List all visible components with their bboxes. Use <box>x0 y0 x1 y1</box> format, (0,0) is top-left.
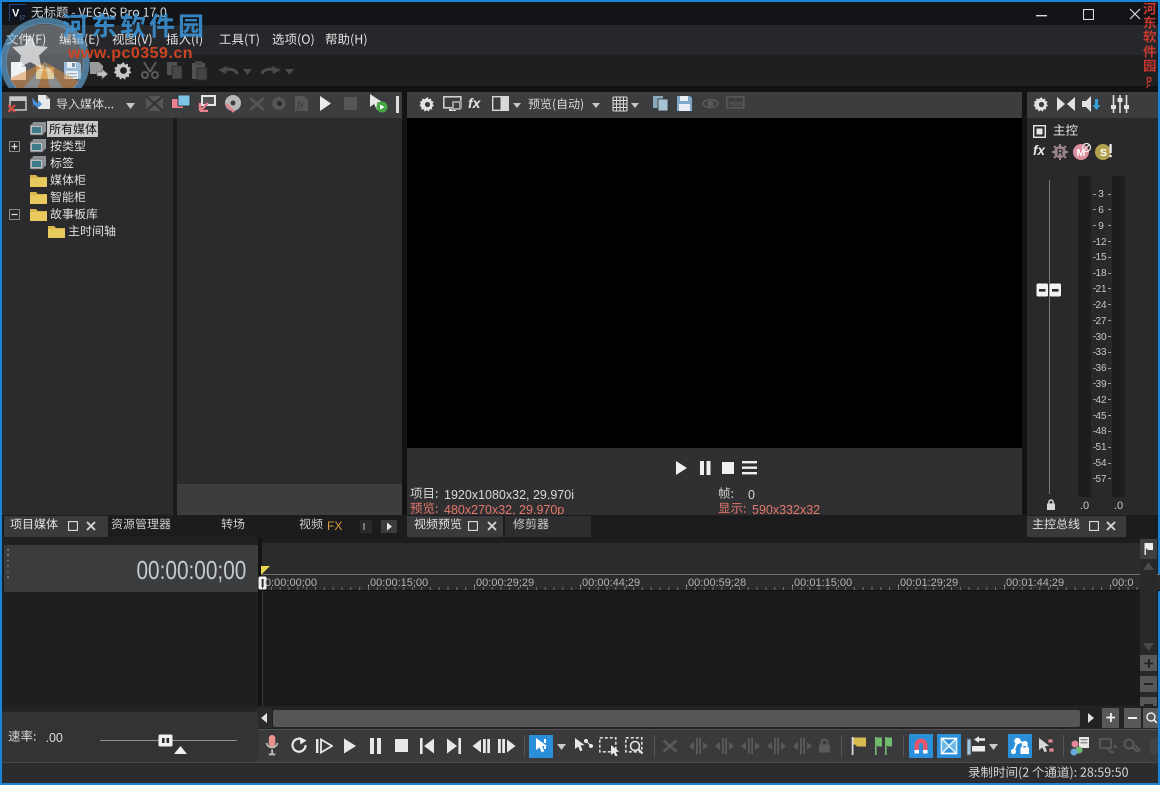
svg-text:M: M <box>1077 147 1086 159</box>
svg-text:S: S <box>1100 147 1107 159</box>
svg-text:fx: fx <box>297 100 304 110</box>
svg-text:R: R <box>1057 148 1064 158</box>
svg-text:HDR: HDR <box>729 101 743 108</box>
